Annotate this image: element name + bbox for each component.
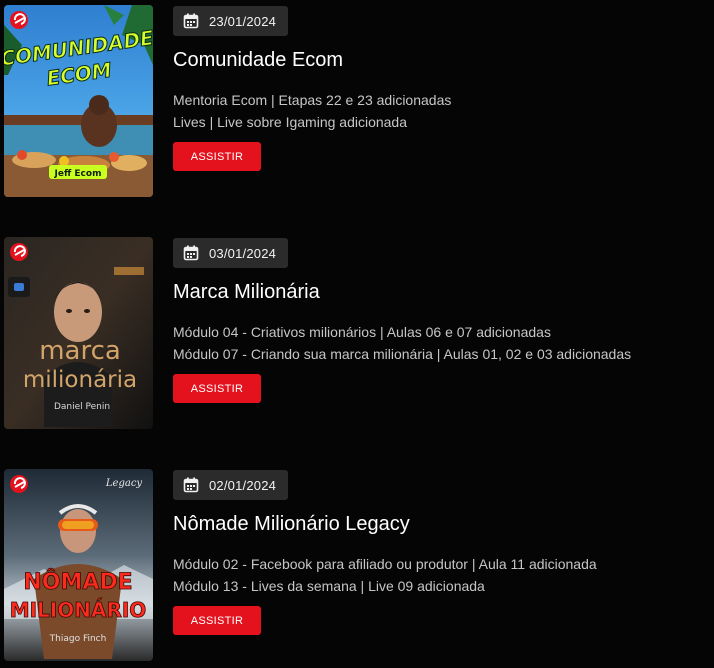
update-description: Mentoria Ecom | Etapas 22 e 23 adicionad…	[173, 89, 451, 133]
date-badge: 23/01/2024	[173, 6, 289, 36]
course-title: Marca Milionária	[173, 281, 320, 303]
update-feed: COMUNIDADE ECOM Jeff Ecom 23/01/2024 Com…	[0, 0, 714, 668]
update-line: Módulo 04 - Criativos milionários | Aula…	[173, 324, 551, 340]
update-line: Mentoria Ecom | Etapas 22 e 23 adicionad…	[173, 92, 452, 108]
watch-button[interactable]: ASSISTIR	[173, 142, 261, 171]
thumbnail-headline: milionária	[23, 367, 137, 393]
thumbnail-tag: Jeff Ecom	[54, 169, 102, 179]
calendar-icon	[183, 245, 199, 261]
course-thumbnail[interactable]: COMUNIDADE ECOM Jeff Ecom	[4, 5, 153, 197]
update-date: 23/01/2024	[209, 13, 277, 29]
update-date: 02/01/2024	[209, 477, 277, 493]
date-badge: 03/01/2024	[173, 238, 289, 268]
course-thumbnail[interactable]: marca milionária Daniel Penin	[4, 237, 153, 429]
course-update-entry: marca milionária Daniel Penin 03/01/2024…	[0, 232, 714, 432]
update-date: 03/01/2024	[209, 245, 277, 261]
watch-button[interactable]: ASSISTIR	[173, 374, 261, 403]
update-line: Módulo 07 - Criando sua marca milionária…	[173, 346, 632, 362]
update-line: Módulo 13 - Lives da semana | Live 09 ad…	[173, 578, 485, 594]
update-line: Lives | Live sobre Igaming adicionada	[173, 114, 408, 130]
course-update-entry: COMUNIDADE ECOM Jeff Ecom 23/01/2024 Com…	[0, 0, 714, 200]
watch-button[interactable]: ASSISTIR	[173, 606, 261, 635]
update-description: Módulo 04 - Criativos milionários | Aula…	[173, 321, 631, 365]
course-title: Nômade Milionário Legacy	[173, 513, 410, 535]
update-description: Módulo 02 - Facebook para afiliado ou pr…	[173, 553, 597, 597]
date-badge: 02/01/2024	[173, 470, 289, 500]
course-update-entry: Legacy NÔMADE MILIONÁRIO Thiago Finch 02…	[0, 464, 714, 664]
update-line: Módulo 02 - Facebook para afiliado ou pr…	[173, 556, 597, 572]
thumbnail-tag: Daniel Penin	[54, 402, 110, 412]
course-thumbnail[interactable]: Legacy NÔMADE MILIONÁRIO Thiago Finch	[4, 469, 153, 661]
thumbnail-tag: Thiago Finch	[49, 634, 107, 644]
calendar-icon	[183, 477, 199, 493]
thumbnail-headline: NÔMADE	[23, 569, 132, 595]
thumbnail-headline: MILIONÁRIO	[10, 598, 147, 622]
thumbnail-corner-label: Legacy	[105, 478, 143, 489]
course-title: Comunidade Ecom	[173, 49, 344, 71]
thumbnail-headline: marca	[39, 336, 121, 366]
calendar-icon	[183, 13, 199, 29]
